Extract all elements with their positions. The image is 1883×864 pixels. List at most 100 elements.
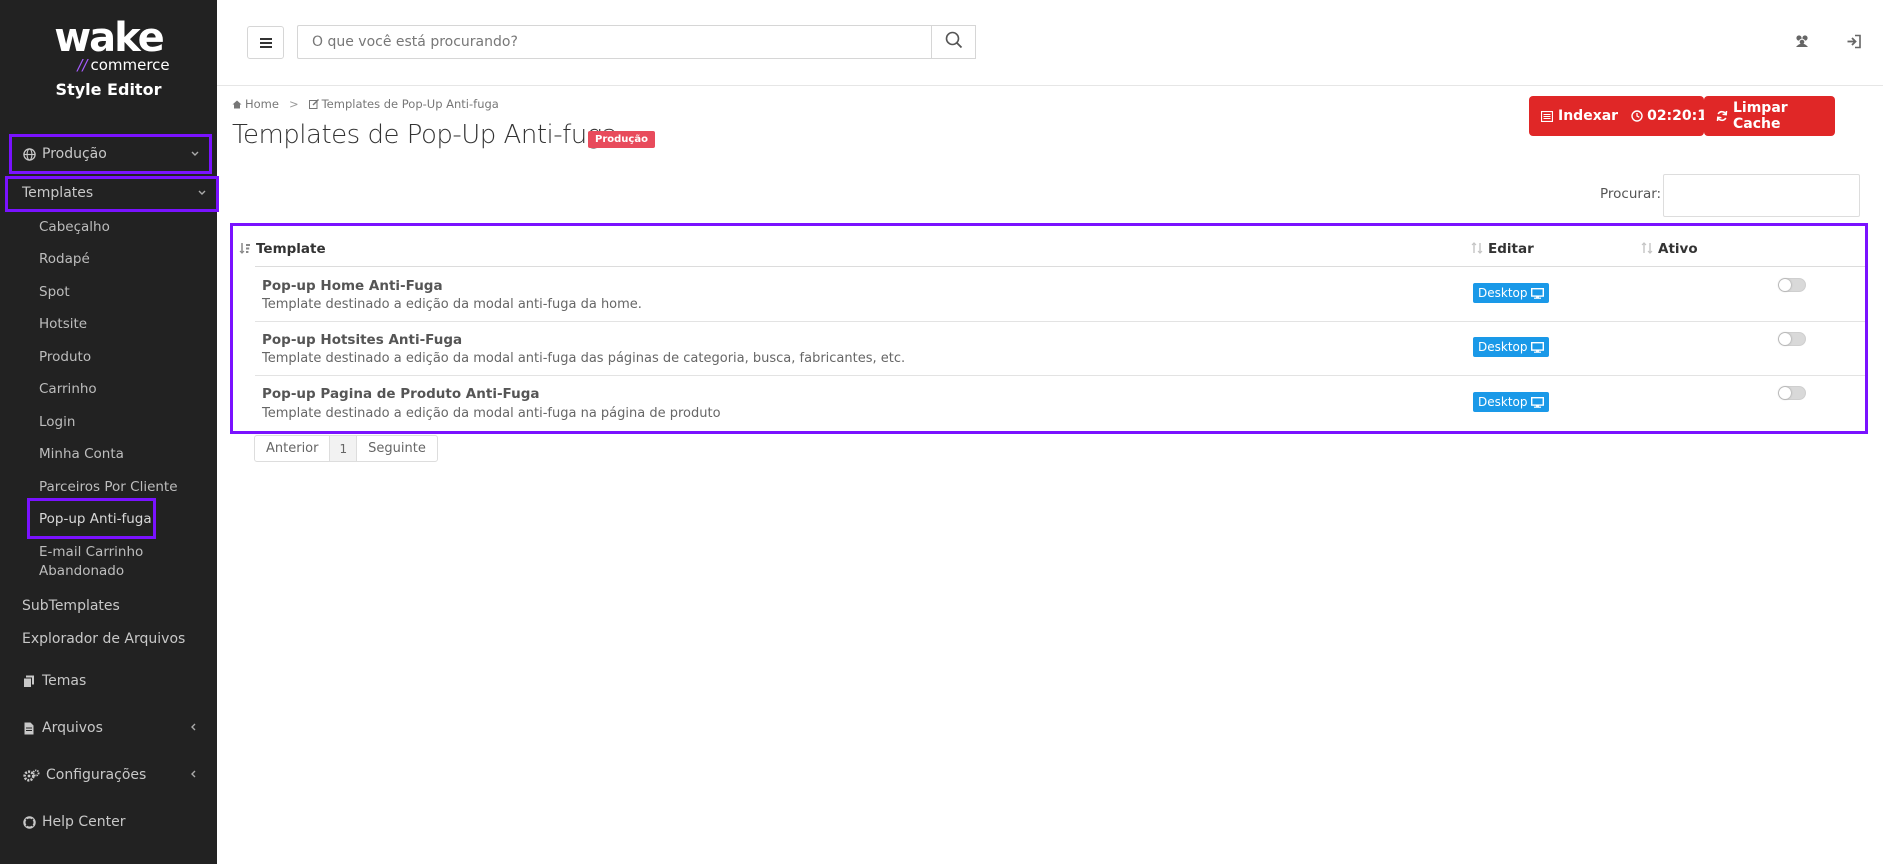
sidebar-item-help-center[interactable]: Help Center: [22, 814, 239, 830]
table-search-label: Procurar:: [1600, 186, 1662, 202]
edit-desktop-label: Desktop: [1478, 286, 1528, 300]
sidebar-subitem-cabecalho[interactable]: Cabeçalho: [39, 219, 110, 235]
file-icon: [22, 721, 36, 735]
desktop-icon: [1530, 287, 1544, 299]
sidebar-item-label: Templates: [22, 185, 94, 201]
sidebar-subitem-email-carrinho[interactable]: E-mail Carrinho: [39, 544, 143, 560]
pagination: Anterior 1 Seguinte: [254, 435, 438, 462]
clock-icon: [1631, 110, 1643, 122]
copy-icon: [22, 674, 36, 688]
pagination-page[interactable]: 1: [330, 436, 358, 461]
pagination-prev[interactable]: Anterior: [255, 436, 331, 461]
sort-icon: [1641, 241, 1653, 257]
search-button[interactable]: [931, 25, 976, 59]
sidebar-subitem-parceiros[interactable]: Parceiros Por Cliente: [39, 479, 178, 495]
sidebar-item-label: Configurações: [46, 767, 147, 783]
limpar-cache-button[interactable]: Limpar Cache: [1704, 96, 1835, 136]
edit-desktop-button[interactable]: Desktop: [1473, 392, 1549, 412]
sidebar-item-explorador[interactable]: Explorador de Arquivos: [22, 631, 239, 647]
sidebar-subitem-carrinho[interactable]: Carrinho: [39, 381, 97, 397]
sidebar-item-label: Produção: [42, 146, 107, 162]
templates-table: Template Editar Ativo Pop-up Home Anti-F…: [230, 223, 1868, 434]
active-toggle[interactable]: [1778, 332, 1806, 346]
home-icon: [232, 100, 242, 109]
desktop-icon: [1530, 396, 1544, 408]
globe-icon: [22, 147, 36, 161]
sidebar-subitem-produto[interactable]: Produto: [39, 349, 91, 365]
chevron-down-icon: [197, 187, 207, 200]
sidebar: wake //commerce Style Editor Produção Te…: [0, 0, 219, 864]
indexar-label: Indexar: [1558, 108, 1619, 124]
breadcrumb-current: Templates de Pop-Up Anti-fuga: [321, 97, 499, 111]
sidebar-item-templates[interactable]: Templates: [22, 185, 217, 201]
sidebar-subitem-login[interactable]: Login: [39, 414, 75, 430]
product-name: Style Editor: [55, 80, 162, 99]
sidebar-subitem-minha-conta[interactable]: Minha Conta: [39, 446, 124, 462]
menu-toggle-button[interactable]: [247, 26, 284, 59]
logo-wordmark: wake: [54, 15, 165, 61]
sidebar-item-producao[interactable]: Produção: [22, 146, 212, 162]
sidebar-subitem-spot[interactable]: Spot: [39, 284, 70, 300]
desktop-icon: [1530, 341, 1544, 353]
breadcrumb-separator: >: [288, 97, 299, 111]
toggle-knob: [1779, 279, 1791, 291]
column-header-editar[interactable]: Editar: [1471, 241, 1534, 257]
sort-asc-icon: [239, 242, 251, 257]
toggle-knob: [1779, 333, 1791, 345]
table-search-input[interactable]: [1663, 174, 1860, 217]
sidebar-item-temas[interactable]: Temas: [22, 673, 239, 689]
sidebar-subitem-popup-antifuga[interactable]: Pop-up Anti-fuga: [39, 511, 152, 527]
edit-desktop-label: Desktop: [1478, 395, 1528, 409]
hamburger-icon: [259, 37, 272, 48]
table-divider: [255, 321, 1865, 322]
column-label-editar: Editar: [1488, 241, 1534, 257]
column-header-template[interactable]: Template: [239, 241, 326, 257]
life-ring-icon: [22, 815, 36, 829]
toggle-knob: [1779, 387, 1791, 399]
sidebar-item-label: SubTemplates: [22, 598, 120, 614]
pagination-next[interactable]: Seguinte: [357, 436, 437, 461]
active-toggle[interactable]: [1778, 278, 1806, 292]
table-divider: [255, 375, 1865, 376]
column-label-template: Template: [256, 241, 326, 257]
edit-desktop-button[interactable]: Desktop: [1473, 337, 1549, 357]
indexar-button[interactable]: Indexar 02:20:17: [1529, 96, 1717, 136]
sidebar-item-label: Arquivos: [42, 720, 103, 736]
sign-in-icon[interactable]: [1845, 32, 1863, 50]
chevron-left-icon: [189, 769, 197, 782]
edit-desktop-button[interactable]: Desktop: [1473, 283, 1549, 303]
row-title: Pop-up Home Anti-Fuga: [262, 278, 443, 294]
column-header-ativo[interactable]: Ativo: [1641, 241, 1698, 257]
gears-icon: [22, 768, 40, 782]
sidebar-subitem-hotsite[interactable]: Hotsite: [39, 316, 87, 332]
sidebar-subitem-rodape[interactable]: Rodapé: [39, 251, 90, 267]
sidebar-item-arquivos[interactable]: Arquivos: [22, 720, 217, 736]
edit-desktop-label: Desktop: [1478, 340, 1528, 354]
sidebar-item-label: Help Center: [42, 814, 126, 830]
table-divider: [255, 266, 1865, 267]
search-input[interactable]: [297, 25, 932, 59]
users-icon[interactable]: [1793, 32, 1811, 50]
breadcrumb-home[interactable]: Home: [245, 97, 279, 111]
row-description: Template destinado a edição da modal ant…: [262, 406, 721, 421]
sidebar-item-subtemplates[interactable]: SubTemplates: [22, 598, 239, 614]
column-label-ativo: Ativo: [1658, 241, 1698, 257]
sidebar-item-label: Temas: [42, 673, 87, 689]
sort-icon: [1471, 241, 1483, 257]
refresh-icon: [1716, 110, 1728, 122]
wake-commerce-logo: wake //commerce Style Editor: [0, 18, 217, 99]
row-title: Pop-up Pagina de Produto Anti-Fuga: [262, 386, 540, 402]
sidebar-item-configuracoes[interactable]: Configurações: [22, 767, 217, 783]
sidebar-item-label: Explorador de Arquivos: [22, 631, 186, 647]
logo-subtitle: //commerce: [77, 56, 170, 74]
top-bar: [217, 0, 1883, 86]
limpar-cache-label: Limpar Cache: [1733, 100, 1788, 132]
sidebar-subitem-email-carrinho-cont[interactable]: Abandonado: [39, 563, 124, 579]
chevron-down-icon: [190, 148, 200, 161]
environment-badge: Produção: [588, 131, 655, 148]
list-icon: [1541, 110, 1553, 122]
row-description: Template destinado a edição da modal ant…: [262, 297, 642, 312]
active-toggle[interactable]: [1778, 386, 1806, 400]
chevron-left-icon: [189, 722, 197, 735]
row-title: Pop-up Hotsites Anti-Fuga: [262, 332, 463, 348]
